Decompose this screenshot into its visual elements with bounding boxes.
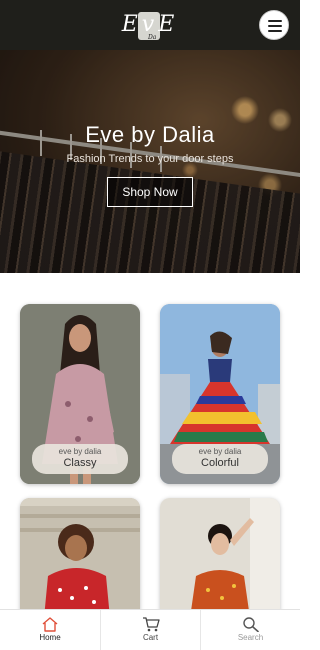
logo-small-text: Da xyxy=(148,34,157,41)
product-brand: eve by dalia xyxy=(198,447,242,456)
product-card[interactable]: eve by dalia Colorful xyxy=(160,304,280,484)
nav-home-label: Home xyxy=(39,633,61,642)
nav-home[interactable]: Home xyxy=(0,610,100,650)
app-screen: EvE Da Eve by Dalia Fashion Trends to yo… xyxy=(0,0,300,650)
search-icon xyxy=(242,617,259,632)
bottom-navigation: Home Cart Search xyxy=(0,609,300,650)
woman-figure-illustration xyxy=(20,498,140,618)
hero-title: Eve by Dalia xyxy=(85,122,215,147)
product-label: eve by dalia Colorful xyxy=(172,444,268,474)
woman-figure-illustration xyxy=(160,498,280,618)
product-card[interactable]: eve by dalia Classy xyxy=(20,304,140,484)
product-image xyxy=(160,498,280,618)
hero-subtitle: Fashion Trends to your door steps xyxy=(66,153,234,165)
hero-banner: Eve by Dalia Fashion Trends to your door… xyxy=(0,50,300,273)
menu-line xyxy=(268,30,282,32)
product-card[interactable] xyxy=(160,498,280,618)
nav-cart-label: Cart xyxy=(142,633,159,642)
nav-search[interactable]: Search xyxy=(200,610,300,650)
app-header: EvE Da xyxy=(0,0,300,50)
nav-search-label: Search xyxy=(237,633,264,642)
product-name: Colorful xyxy=(201,457,239,469)
home-icon xyxy=(42,617,58,632)
hamburger-menu-icon[interactable] xyxy=(259,10,289,40)
menu-line xyxy=(268,25,282,27)
nav-cart[interactable]: Cart xyxy=(100,610,200,650)
menu-line xyxy=(268,20,282,22)
brand-logo[interactable]: EvE Da xyxy=(120,10,180,42)
product-card[interactable] xyxy=(20,498,140,618)
product-name: Classy xyxy=(63,457,97,469)
product-image xyxy=(20,498,140,618)
cart-icon xyxy=(142,617,160,632)
product-label: eve by dalia Classy xyxy=(32,444,128,474)
shop-now-button[interactable]: Shop Now xyxy=(107,177,193,207)
product-brand: eve by dalia xyxy=(58,447,102,456)
